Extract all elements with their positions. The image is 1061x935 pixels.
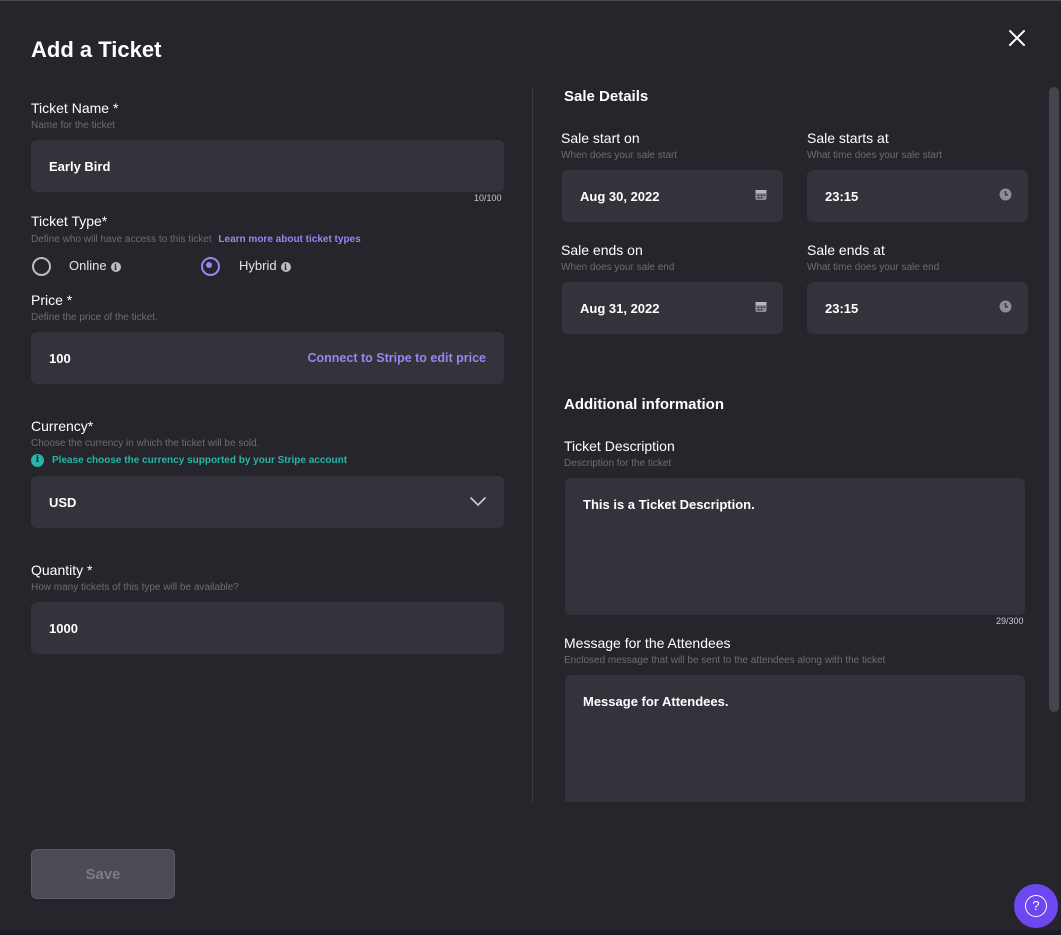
sale-end-time-value: 23:15	[825, 300, 859, 316]
attendee-message-value: Message for Attendees.	[583, 694, 729, 709]
sale-start-time-label: Sale starts at	[807, 130, 889, 146]
sale-end-time-label: Sale ends at	[807, 242, 885, 258]
sale-end-date-value: Aug 31, 2022	[580, 300, 660, 316]
clock-icon[interactable]	[999, 188, 1012, 204]
radio-online-label: Online i	[69, 258, 121, 273]
ticket-name-hint: Name for the ticket	[31, 120, 115, 131]
radio-online[interactable]	[32, 257, 51, 276]
attendee-message-label: Message for the Attendees	[564, 635, 731, 651]
quantity-value: 1000	[49, 620, 78, 636]
price-label: Price *	[31, 292, 73, 308]
price-value: 100	[49, 350, 71, 366]
sale-end-date-label: Sale ends on	[561, 242, 643, 258]
radio-hybrid-text: Hybrid	[239, 258, 277, 273]
add-ticket-modal: Add a Ticket Ticket Name * Name for the …	[0, 1, 1061, 935]
quantity-label: Quantity *	[31, 562, 93, 578]
calendar-icon[interactable]	[755, 189, 767, 204]
ticket-name-counter: 10/100	[474, 193, 502, 203]
sale-start-time-input[interactable]: 23:15	[807, 170, 1028, 222]
calendar-icon[interactable]	[755, 301, 767, 316]
close-icon[interactable]	[1006, 27, 1028, 49]
connect-stripe-link[interactable]: Connect to Stripe to edit price	[308, 351, 487, 365]
price-input[interactable]: 100 Connect to Stripe to edit price	[31, 332, 504, 384]
radio-online-text: Online	[69, 258, 107, 273]
ticket-description-counter: 29/300	[996, 616, 1024, 626]
currency-label: Currency*	[31, 418, 94, 434]
help-icon: ?	[1025, 895, 1047, 917]
modal-title: Add a Ticket	[31, 37, 162, 62]
info-icon[interactable]: i	[280, 261, 291, 272]
quantity-input[interactable]: 1000	[31, 602, 504, 654]
sale-end-time-input[interactable]: 23:15	[807, 282, 1028, 334]
radio-hybrid-label: Hybrid i	[239, 258, 291, 273]
ticket-description-textarea[interactable]: This is a Ticket Description.	[565, 478, 1025, 615]
currency-note-text: Please choose the currency supported by …	[52, 455, 348, 466]
column-divider	[532, 88, 533, 802]
attendee-message-hint: Enclosed message that will be sent to th…	[564, 655, 886, 666]
sale-end-date-hint: When does your sale end	[561, 262, 675, 273]
currency-hint: Choose the currency in which the ticket …	[31, 438, 260, 449]
ticket-type-hint-text: Define who will have access to this tick…	[31, 234, 212, 245]
sale-start-date-input[interactable]: Aug 30, 2022	[562, 170, 783, 222]
sale-details-title: Sale Details	[564, 88, 649, 105]
chevron-down-icon	[470, 495, 486, 510]
quantity-hint: How many tickets of this type will be av…	[31, 582, 239, 593]
currency-note: i Please choose the currency supported b…	[31, 454, 347, 467]
price-hint: Define the price of the ticket.	[31, 312, 158, 323]
currency-value: USD	[49, 494, 77, 510]
ticket-description-value: This is a Ticket Description.	[583, 497, 755, 512]
radio-hybrid[interactable]	[201, 257, 220, 276]
sale-end-date-input[interactable]: Aug 31, 2022	[562, 282, 783, 334]
info-circle-icon: i	[31, 454, 44, 467]
sale-start-date-label: Sale start on	[561, 130, 640, 146]
ticket-description-hint: Description for the ticket	[564, 458, 672, 469]
save-button[interactable]: Save	[31, 849, 175, 899]
help-button[interactable]: ?	[1014, 884, 1058, 928]
ticket-name-input[interactable]: Early Bird	[31, 140, 504, 192]
ticket-type-label: Ticket Type*	[31, 213, 108, 229]
ticket-description-label: Ticket Description	[564, 438, 675, 454]
additional-info-title: Additional information	[564, 396, 724, 413]
learn-more-link[interactable]: Learn more about ticket types	[218, 234, 360, 245]
bottom-strip	[0, 930, 1061, 935]
info-icon[interactable]: i	[110, 261, 121, 272]
sale-start-time-hint: What time does your sale start	[807, 150, 943, 161]
sale-start-date-hint: When does your sale start	[561, 150, 678, 161]
ticket-name-value: Early Bird	[49, 158, 111, 174]
scrollbar-thumb[interactable]	[1049, 87, 1059, 712]
attendee-message-textarea[interactable]: Message for Attendees.	[565, 675, 1025, 802]
ticket-name-label: Ticket Name *	[31, 100, 119, 116]
currency-select[interactable]: USD	[31, 476, 504, 528]
sale-start-time-value: 23:15	[825, 188, 859, 204]
ticket-type-hint: Define who will have access to this tick…	[31, 234, 361, 245]
clock-icon[interactable]	[999, 300, 1012, 316]
sale-end-time-hint: What time does your sale end	[807, 262, 940, 273]
sale-start-date-value: Aug 30, 2022	[580, 188, 660, 204]
